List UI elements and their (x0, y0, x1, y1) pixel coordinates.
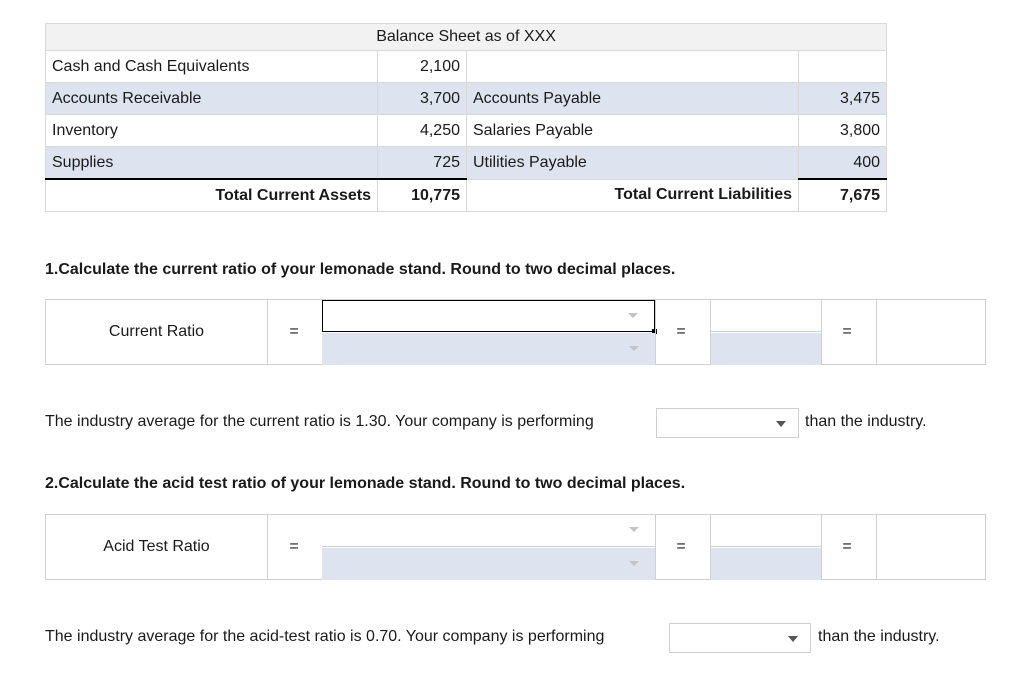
balance-sheet-table: Balance Sheet as of XXX Cash and Cash Eq… (44, 23, 888, 212)
chevron-down-icon (776, 421, 786, 427)
asset-name: Inventory (45, 114, 378, 147)
denominator-dropdown[interactable] (322, 333, 655, 365)
liability-name: Utilities Payable (466, 146, 799, 180)
industry-comparison-text: The industry average for the acid-test r… (45, 628, 605, 645)
table-row: Supplies 725 Utilities Payable 400 (45, 146, 888, 180)
question-2-text: 2.Calculate the acid test ratio of your … (45, 475, 686, 492)
table-row: Accounts Receivable 3,700 Accounts Payab… (45, 82, 888, 115)
total-liabilities-label: Total Current Liabilities (466, 178, 799, 212)
liability-name (466, 50, 799, 83)
liability-name: Accounts Payable (466, 82, 799, 115)
total-assets-label: Total Current Assets (45, 178, 378, 212)
performance-dropdown[interactable] (669, 623, 811, 653)
chevron-down-icon (788, 636, 798, 642)
denominator-dropdown[interactable] (322, 548, 655, 580)
denominator-input[interactable] (711, 333, 821, 365)
chevron-down-icon (629, 346, 639, 351)
asset-value: 4,250 (377, 114, 467, 147)
table-title-row: Balance Sheet as of XXX (44, 23, 888, 51)
equals-sign: = (842, 538, 852, 555)
numerator-input[interactable] (711, 300, 821, 332)
performance-dropdown[interactable] (656, 408, 799, 438)
table-row: Inventory 4,250 Salaries Payable 3,800 (45, 114, 888, 147)
equals-sign: = (676, 538, 686, 555)
liability-value: 3,800 (797, 114, 888, 147)
balance-sheet-title: Balance Sheet as of XXX (44, 23, 888, 51)
numerator-input[interactable] (711, 515, 821, 547)
chevron-down-icon (628, 313, 638, 318)
comparison-suffix: than the industry. (818, 628, 940, 645)
current-ratio-block: Current Ratio = = = (45, 299, 986, 365)
total-liabilities-value: 7,675 (797, 178, 888, 212)
acid-test-ratio-block: Acid Test Ratio = = = (45, 514, 986, 580)
asset-name: Supplies (45, 146, 378, 180)
numerator-dropdown[interactable] (322, 300, 657, 334)
liability-value: 400 (797, 146, 888, 180)
current-ratio-label: Current Ratio (108, 323, 205, 340)
asset-name: Cash and Cash Equivalents (45, 50, 378, 83)
equals-sign: = (842, 323, 852, 340)
equals-sign: = (289, 323, 299, 340)
liability-value: 3,475 (797, 82, 888, 115)
equals-sign: = (676, 323, 686, 340)
table-row: Cash and Cash Equivalents 2,100 (45, 50, 888, 83)
industry-comparison-text: The industry average for the current rat… (45, 413, 594, 430)
asset-value: 2,100 (377, 50, 467, 83)
question-1-text: 1.Calculate the current ratio of your le… (45, 261, 676, 278)
liability-value (797, 50, 888, 83)
asset-name: Accounts Receivable (45, 82, 378, 115)
equals-sign: = (289, 538, 299, 555)
comparison-suffix: than the industry. (805, 413, 927, 430)
acid-test-ratio-label: Acid Test Ratio (103, 538, 210, 555)
totals-row: Total Current Assets 10,775 Total Curren… (45, 178, 888, 212)
asset-value: 725 (377, 146, 467, 180)
ratio-result-input[interactable] (877, 515, 985, 579)
chevron-down-icon (629, 527, 639, 532)
chevron-down-icon (629, 561, 639, 566)
total-assets-value: 10,775 (377, 178, 467, 212)
numerator-dropdown[interactable] (322, 515, 655, 547)
liability-name: Salaries Payable (466, 114, 799, 147)
denominator-input[interactable] (711, 548, 821, 580)
ratio-result-input[interactable] (877, 300, 985, 364)
asset-value: 3,700 (377, 82, 467, 115)
